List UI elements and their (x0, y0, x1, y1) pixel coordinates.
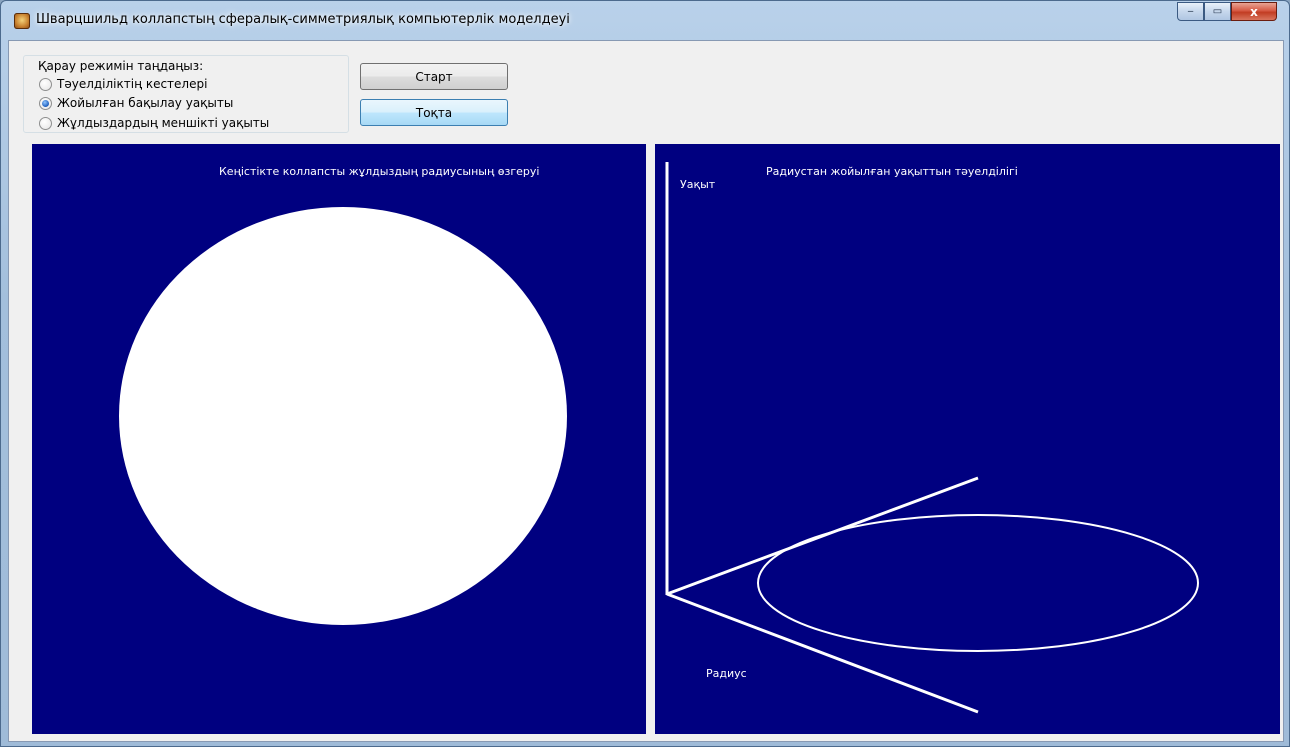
minimize-button[interactable]: ‒ (1177, 2, 1204, 21)
star-sphere (119, 207, 567, 625)
maximize-button[interactable]: ▭ (1204, 2, 1231, 21)
title-bar[interactable]: Шварцшильд коллапстың сфералық-симметрия… (1, 1, 1289, 41)
app-window: Шварцшильд коллапстың сфералық-симметрия… (0, 0, 1290, 747)
upper-axis-line (666, 476, 979, 596)
radio-button-icon[interactable] (39, 116, 52, 130)
time-radius-graph-panel: Радиустан жойылған уақыттын тәуелділігі … (655, 144, 1280, 734)
view-mode-label: Қарау режимін таңдаңыз: (38, 59, 204, 73)
start-button[interactable]: Старт (360, 63, 508, 90)
time-axis-label: Уақыт (680, 178, 716, 191)
minimize-icon: ‒ (1187, 6, 1194, 17)
stop-button[interactable]: Тоқта (360, 99, 508, 126)
close-icon: x (1250, 4, 1258, 19)
collapse-view-panel: Кеңістікте коллапсты жұлдыздың радиусыны… (32, 144, 646, 734)
close-button[interactable]: x (1231, 2, 1277, 21)
caption-buttons: ‒ ▭ x (1177, 2, 1277, 21)
radio-coordinate-time[interactable]: Жойылған бақылау уақыты (39, 95, 233, 111)
radio-button-icon[interactable] (39, 96, 52, 110)
radio-label: Жойылған бақылау уақыты (57, 96, 234, 110)
trajectory-ellipse (757, 514, 1199, 652)
radio-proper-time[interactable]: Жұлдыздардың меншікті уақыты (39, 115, 269, 131)
maximize-icon: ▭ (1212, 6, 1223, 17)
collapse-view-canvas (119, 207, 567, 625)
app-icon[interactable] (14, 13, 30, 29)
window-title: Шварцшильд коллапстың сфералық-симметрия… (36, 12, 570, 27)
graph-canvas (665, 162, 1199, 714)
radius-axis-label: Радиус (706, 667, 747, 680)
radio-selected-dot-icon (42, 99, 49, 107)
radius-axis (666, 592, 979, 714)
radio-label: Тәуелділіктің кестелері (57, 77, 208, 91)
radio-button-icon[interactable] (39, 77, 52, 91)
radio-label: Жұлдыздардың меншікті уақыты (57, 116, 270, 130)
radio-dependency-tables[interactable]: Тәуелділіктің кестелері (39, 76, 207, 92)
